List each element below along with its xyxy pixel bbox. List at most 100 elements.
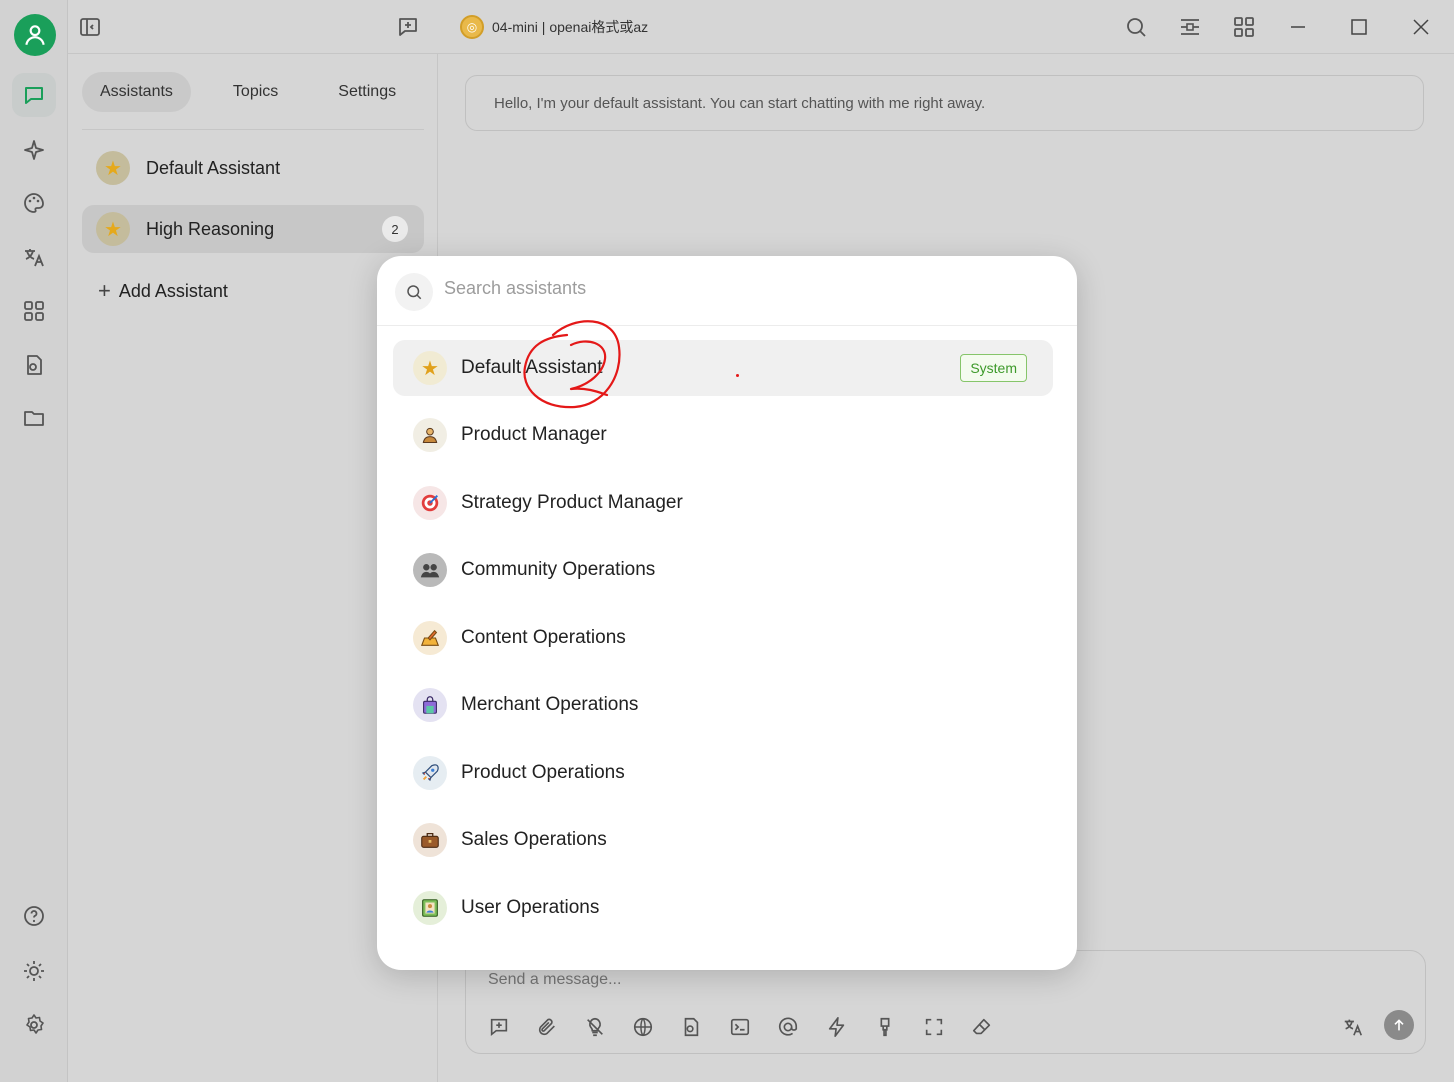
item-label: Product Operations bbox=[461, 762, 625, 783]
model-logo-icon: ◎ bbox=[460, 15, 484, 39]
minimize-button[interactable] bbox=[1284, 13, 1312, 41]
list-item-merchant-operations[interactable]: Merchant Operations bbox=[393, 677, 1053, 733]
plus-icon: + bbox=[98, 278, 111, 303]
user-card-icon bbox=[413, 891, 447, 925]
help-button[interactable] bbox=[12, 894, 56, 938]
expand-button[interactable] bbox=[921, 1014, 947, 1040]
file-search-icon bbox=[684, 1017, 699, 1037]
maximize-icon bbox=[1351, 19, 1367, 35]
chat-icon bbox=[25, 87, 43, 104]
knowledge-button[interactable] bbox=[678, 1014, 704, 1040]
item-label: Default Assistant bbox=[461, 357, 603, 378]
help-icon bbox=[24, 906, 44, 926]
agents-nav-button[interactable] bbox=[12, 128, 56, 172]
list-item-user-operations[interactable]: User Operations bbox=[393, 880, 1053, 936]
close-button[interactable] bbox=[1407, 13, 1435, 41]
item-label: Product Manager bbox=[461, 424, 607, 445]
tab-settings[interactable]: Settings bbox=[320, 72, 414, 112]
new-topic-button[interactable] bbox=[394, 13, 422, 41]
item-label: Strategy Product Manager bbox=[461, 492, 683, 513]
sidebar-collapse-icon bbox=[80, 18, 100, 36]
target-icon bbox=[413, 486, 447, 520]
arrow-up-icon bbox=[1394, 1019, 1404, 1031]
add-assistant-button[interactable]: + Add Assistant bbox=[98, 278, 228, 304]
item-label: Sales Operations bbox=[461, 829, 607, 850]
toggle-sidebar-button[interactable] bbox=[76, 13, 104, 41]
top-bar: ◎ 04-mini | openai格式或az bbox=[68, 0, 1454, 54]
maximize-button[interactable] bbox=[1345, 13, 1373, 41]
add-assistant-label: Add Assistant bbox=[118, 280, 228, 301]
lightning-icon bbox=[828, 1017, 845, 1037]
chat-nav-button[interactable] bbox=[12, 73, 56, 117]
user-icon bbox=[25, 25, 45, 46]
star-icon: ★ bbox=[96, 151, 130, 185]
message-input[interactable] bbox=[488, 971, 1188, 989]
list-item-community-operations[interactable]: Community Operations bbox=[393, 542, 1053, 598]
apps-nav-button[interactable] bbox=[12, 289, 56, 333]
settings-button[interactable] bbox=[12, 1003, 56, 1047]
translate-icon bbox=[25, 249, 44, 267]
sidebar-tabs: Assistants Topics Settings bbox=[82, 70, 424, 130]
terminal-icon bbox=[730, 1018, 750, 1036]
list-item-product-operations[interactable]: Product Operations bbox=[393, 745, 1053, 801]
greeting-text: Hello, I'm your default assistant. You c… bbox=[494, 94, 986, 112]
assistant-name: Default Assistant bbox=[146, 157, 281, 178]
folder-icon bbox=[24, 411, 44, 426]
sidebar-item-default-assistant[interactable]: ★ Default Assistant bbox=[82, 144, 424, 192]
sparkle-icon bbox=[24, 140, 44, 160]
assistant-greeting: Hello, I'm your default assistant. You c… bbox=[465, 75, 1424, 131]
brush-icon bbox=[880, 1017, 890, 1037]
group-icon bbox=[413, 553, 447, 587]
at-icon bbox=[778, 1017, 798, 1036]
theme-button[interactable] bbox=[12, 949, 56, 993]
paperclip-icon bbox=[538, 1018, 555, 1036]
new-topic-composer-button[interactable] bbox=[486, 1014, 512, 1040]
list-item-strategy-product-manager[interactable]: Strategy Product Manager bbox=[393, 475, 1053, 531]
star-icon: ★ bbox=[96, 212, 130, 246]
topic-count-badge: 2 bbox=[382, 216, 408, 242]
tab-topics[interactable]: Topics bbox=[215, 72, 296, 112]
user-avatar[interactable] bbox=[14, 14, 56, 56]
grid-icon bbox=[24, 301, 44, 321]
clear-button[interactable] bbox=[969, 1014, 995, 1040]
paint-nav-button[interactable] bbox=[12, 181, 56, 225]
gear-icon bbox=[26, 1014, 44, 1034]
item-label: Content Operations bbox=[461, 627, 626, 648]
thinking-toggle-button[interactable] bbox=[582, 1014, 608, 1040]
model-name: 04-mini | openai格式或az bbox=[492, 19, 649, 35]
close-icon bbox=[1413, 19, 1429, 35]
quick-phrases-button[interactable] bbox=[824, 1014, 850, 1040]
search-button[interactable] bbox=[1122, 13, 1150, 41]
translate-nav-button[interactable] bbox=[12, 235, 56, 279]
assistant-name: High Reasoning bbox=[146, 218, 275, 239]
mention-button[interactable] bbox=[775, 1014, 801, 1040]
attach-button[interactable] bbox=[534, 1014, 560, 1040]
apps-button[interactable] bbox=[1230, 13, 1258, 41]
assistant-search-input[interactable] bbox=[444, 278, 1024, 299]
layout-button[interactable] bbox=[1176, 13, 1204, 41]
list-item-content-operations[interactable]: Content Operations bbox=[393, 610, 1053, 666]
shopping-bag-icon bbox=[413, 688, 447, 722]
new-chat-icon bbox=[490, 1018, 508, 1037]
annotation-dot bbox=[736, 374, 739, 377]
new-chat-icon bbox=[399, 18, 417, 36]
sidebar-item-high-reasoning[interactable]: ★ High Reasoning 2 bbox=[82, 205, 424, 253]
assistant-search-bar bbox=[377, 256, 1077, 326]
expand-icon bbox=[925, 1018, 943, 1036]
folder-nav-button[interactable] bbox=[12, 396, 56, 440]
clear-context-button[interactable] bbox=[872, 1014, 898, 1040]
translate-input-button[interactable] bbox=[1340, 1014, 1366, 1040]
translate-icon bbox=[1344, 1019, 1363, 1036]
assistant-picker-popup: ★ Default Assistant System Product Manag… bbox=[377, 256, 1077, 970]
list-item-sales-operations[interactable]: Sales Operations bbox=[393, 812, 1053, 868]
mcp-button[interactable] bbox=[727, 1014, 753, 1040]
writing-icon bbox=[413, 621, 447, 655]
web-search-button[interactable] bbox=[630, 1014, 656, 1040]
files-nav-button[interactable] bbox=[12, 343, 56, 387]
send-button[interactable] bbox=[1384, 1010, 1414, 1040]
list-item-default-assistant[interactable]: ★ Default Assistant System bbox=[393, 340, 1053, 396]
eraser-icon bbox=[972, 1018, 991, 1035]
list-item-product-manager[interactable]: Product Manager bbox=[393, 407, 1053, 463]
tab-assistants[interactable]: Assistants bbox=[82, 71, 191, 112]
model-selector[interactable]: ◎ 04-mini | openai格式或az bbox=[460, 15, 648, 39]
